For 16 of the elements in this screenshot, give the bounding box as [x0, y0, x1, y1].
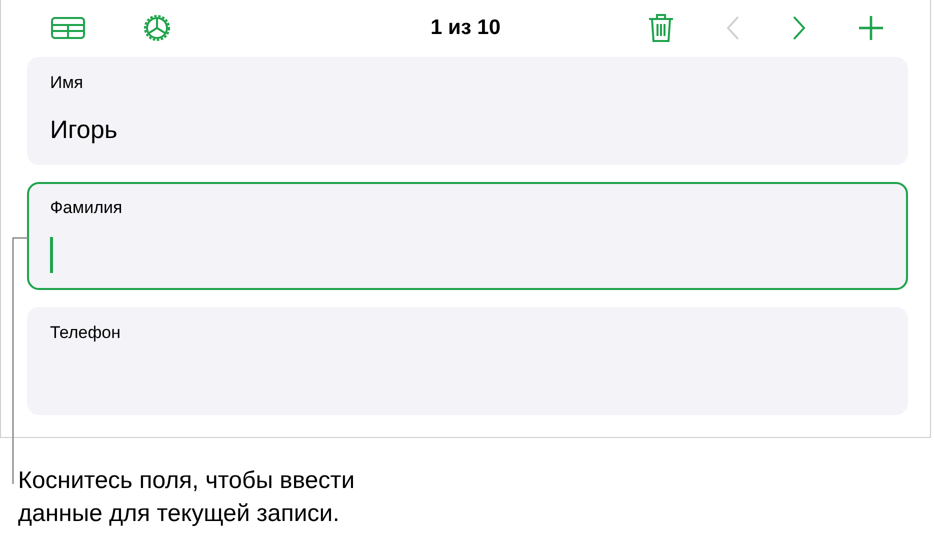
callout-text: Коснитесь поля, чтобы ввести данные для текущей записи.: [18, 466, 356, 529]
chevron-left-icon: [726, 16, 740, 40]
record-counter: 1 из 10: [430, 16, 501, 40]
form-field[interactable]: Фамилия: [27, 182, 908, 290]
trash-icon: [648, 12, 674, 42]
chevron-right-icon: [792, 16, 806, 40]
field-value: Игорь: [50, 116, 118, 144]
field-label: Имя: [50, 73, 84, 93]
field-label: Телефон: [50, 323, 121, 343]
form-field[interactable]: Имя Игорь: [27, 57, 908, 165]
table-icon: [51, 16, 85, 38]
text-cursor: [50, 237, 52, 273]
table-view-button[interactable]: [49, 14, 87, 40]
form-field[interactable]: Телефон: [27, 307, 908, 415]
field-label: Фамилия: [50, 198, 122, 218]
plus-icon: [858, 14, 884, 40]
